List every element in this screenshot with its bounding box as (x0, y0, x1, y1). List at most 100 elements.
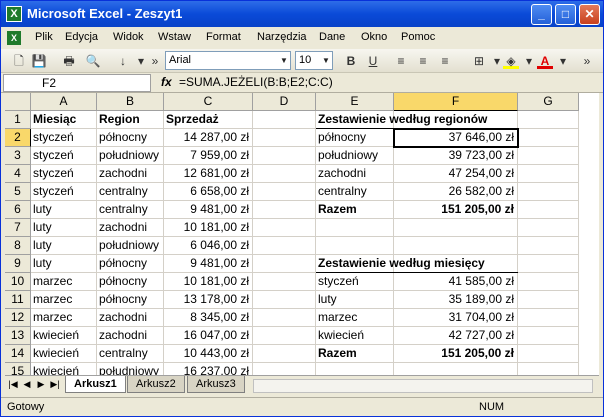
workbook-icon[interactable]: X (7, 31, 21, 45)
spreadsheet-grid[interactable]: ABCDEFG12345678910111213141516MiesiącReg… (5, 93, 599, 375)
column-header-a[interactable]: A (31, 93, 97, 111)
row-header-3[interactable]: 3 (5, 147, 31, 165)
grid-cell[interactable] (316, 237, 394, 255)
region-cell[interactable]: zachodni (97, 165, 164, 183)
grid-cell[interactable] (518, 129, 579, 147)
grid-cell[interactable] (253, 291, 316, 309)
month-cell[interactable]: marzec (31, 273, 97, 291)
toolbar-more-icon[interactable]: » (147, 53, 163, 69)
grid-cell[interactable] (518, 183, 579, 201)
header-sales[interactable]: Sprzedaż (164, 111, 253, 129)
save-icon[interactable]: 💾 (31, 53, 47, 69)
grid-cell[interactable] (253, 255, 316, 273)
menu-format[interactable]: Format (206, 31, 241, 43)
row-header-7[interactable]: 7 (5, 219, 31, 237)
sales-cell[interactable]: 8 345,00 zł (164, 309, 253, 327)
minimize-button[interactable]: _ (531, 4, 552, 25)
grid-cell[interactable] (316, 363, 394, 375)
region-cell[interactable]: południowy (97, 363, 164, 375)
month-summary-value[interactable]: 35 189,00 zł (394, 291, 518, 309)
font-size-select[interactable]: 10 ▼ (295, 51, 333, 70)
bold-button[interactable]: B (343, 53, 359, 69)
grid-cell[interactable] (518, 255, 579, 273)
row-header-10[interactable]: 10 (5, 273, 31, 291)
sales-cell[interactable]: 10 443,00 zł (164, 345, 253, 363)
sales-cell[interactable]: 6 046,00 zł (164, 237, 253, 255)
region-cell[interactable]: centralny (97, 201, 164, 219)
new-document-icon[interactable]: 🗋 (11, 53, 27, 69)
row-header-11[interactable]: 11 (5, 291, 31, 309)
last-sheet-icon[interactable]: ▶| (49, 379, 61, 390)
restore-button[interactable]: □ (555, 4, 576, 25)
print-icon[interactable]: 🖶 (61, 53, 77, 69)
row-header-9[interactable]: 9 (5, 255, 31, 273)
region-cell[interactable]: północny (97, 273, 164, 291)
row-header-12[interactable]: 12 (5, 309, 31, 327)
grid-cell[interactable] (518, 291, 579, 309)
menu-help[interactable]: Pomoc (401, 31, 435, 43)
row-header-13[interactable]: 13 (5, 327, 31, 345)
fill-color-icon[interactable]: ◈ (503, 53, 519, 69)
align-left-icon[interactable]: ≡ (393, 53, 409, 69)
prev-sheet-icon[interactable]: ◀ (21, 379, 33, 390)
grid-cell[interactable] (316, 219, 394, 237)
menu-view[interactable]: Widok (113, 31, 144, 43)
grid-cell[interactable] (253, 327, 316, 345)
month-cell[interactable]: kwiecień (31, 345, 97, 363)
chevron-down-icon[interactable]: ▼ (278, 52, 290, 69)
region-summary-value[interactable]: 37 646,00 zł (394, 129, 518, 147)
month-summary-label[interactable]: kwiecień (316, 327, 394, 345)
menu-file[interactable]: Plik (35, 31, 53, 43)
sales-cell[interactable]: 16 047,00 zł (164, 327, 253, 345)
title-bar[interactable]: X Microsoft Excel - Zeszyt1 _ □ ✕ (1, 1, 603, 27)
month-summary-label[interactable]: marzec (316, 309, 394, 327)
column-header-c[interactable]: C (164, 93, 253, 111)
grid-cell[interactable] (253, 111, 316, 129)
region-summary-label[interactable]: centralny (316, 183, 394, 201)
row-header-14[interactable]: 14 (5, 345, 31, 363)
grid-cell[interactable] (253, 309, 316, 327)
region-cell[interactable]: północny (97, 255, 164, 273)
region-cell[interactable]: zachodni (97, 327, 164, 345)
column-header-f[interactable]: F (394, 93, 518, 111)
sales-cell[interactable]: 10 181,00 zł (164, 273, 253, 291)
row-header-8[interactable]: 8 (5, 237, 31, 255)
grid-cell[interactable] (253, 129, 316, 147)
month-cell[interactable]: kwiecień (31, 327, 97, 345)
grid-cell[interactable] (394, 219, 518, 237)
region-total-label[interactable]: Razem (316, 201, 394, 219)
month-cell[interactable]: styczeń (31, 147, 97, 165)
month-summary-value[interactable]: 31 704,00 zł (394, 309, 518, 327)
month-summary-label[interactable]: luty (316, 291, 394, 309)
menu-insert[interactable]: Wstaw (158, 31, 191, 43)
menu-edit[interactable]: Edycja (65, 31, 98, 43)
align-center-icon[interactable]: ≡ (415, 53, 431, 69)
sales-cell[interactable]: 7 959,00 zł (164, 147, 253, 165)
tab-arkusz2[interactable]: Arkusz2 (127, 376, 185, 393)
grid-cell[interactable] (518, 165, 579, 183)
grid-cell[interactable] (253, 219, 316, 237)
grid-cell[interactable] (518, 363, 579, 375)
column-header-e[interactable]: E (316, 93, 394, 111)
region-cell[interactable]: zachodni (97, 219, 164, 237)
grid-cell[interactable] (394, 363, 518, 375)
sales-cell[interactable]: 6 658,00 zł (164, 183, 253, 201)
region-cell[interactable]: centralny (97, 345, 164, 363)
header-month[interactable]: Miesiąc (31, 111, 97, 129)
month-cell[interactable]: marzec (31, 309, 97, 327)
grid-cell[interactable] (394, 237, 518, 255)
sales-cell[interactable]: 9 481,00 zł (164, 201, 253, 219)
grid-cell[interactable] (518, 327, 579, 345)
sales-cell[interactable]: 14 287,00 zł (164, 129, 253, 147)
sales-cell[interactable]: 16 237,00 zł (164, 363, 253, 375)
grid-cell[interactable] (518, 345, 579, 363)
month-cell[interactable]: marzec (31, 291, 97, 309)
grid-cell[interactable] (253, 363, 316, 375)
grid-cell[interactable] (518, 147, 579, 165)
row-header-5[interactable]: 5 (5, 183, 31, 201)
column-header-d[interactable]: D (253, 93, 316, 111)
row-header-2[interactable]: 2 (5, 129, 31, 147)
tab-arkusz3[interactable]: Arkusz3 (187, 376, 245, 393)
tab-arkusz1[interactable]: Arkusz1 (65, 376, 126, 393)
grid-cell[interactable] (518, 201, 579, 219)
